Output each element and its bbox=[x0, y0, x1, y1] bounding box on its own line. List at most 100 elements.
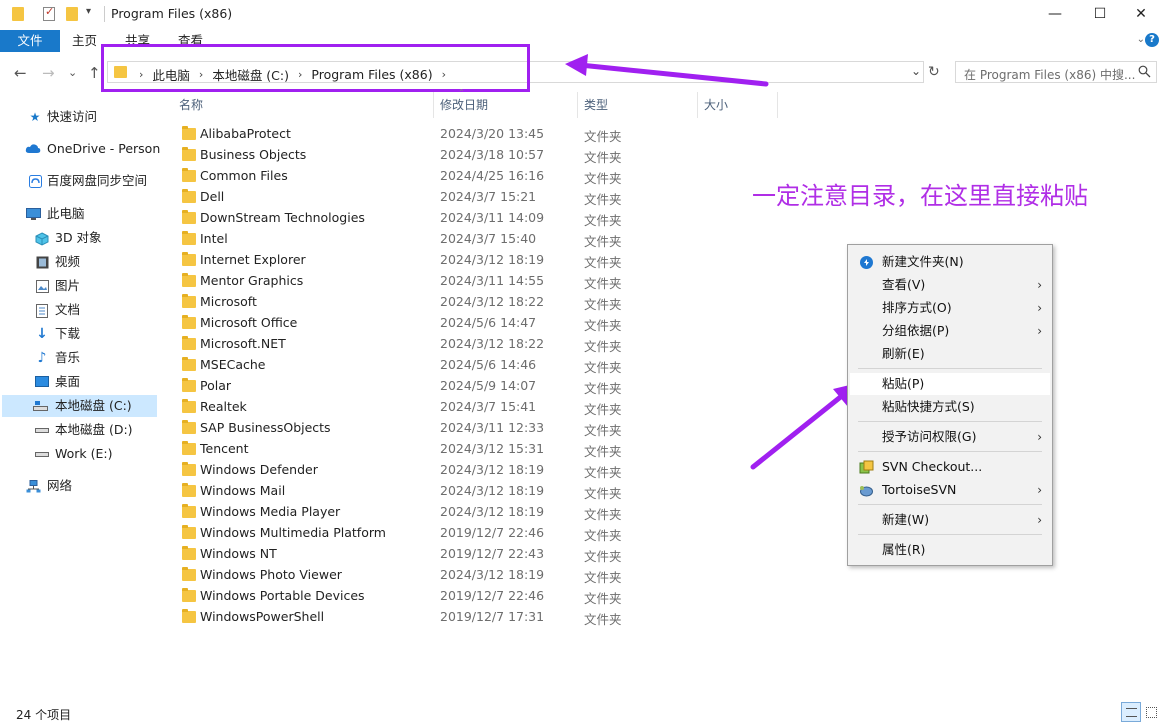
sidebar-item-onedrive[interactable]: OneDrive - Persona bbox=[0, 138, 160, 160]
file-row[interactable]: Tencent 2024/3/12 15:31 文件夹 bbox=[160, 439, 660, 460]
column-header-type[interactable]: 类型 bbox=[584, 96, 608, 113]
sidebar-item-label: 下载 bbox=[55, 326, 81, 341]
folder-icon bbox=[182, 567, 196, 581]
menu-item-new-folder[interactable]: 新建文件夹(N) bbox=[850, 251, 1050, 273]
file-row[interactable]: Windows Mail 2024/3/12 18:19 文件夹 bbox=[160, 481, 660, 502]
forward-button[interactable]: → bbox=[42, 64, 55, 82]
menu-separator bbox=[858, 534, 1042, 535]
file-type: 文件夹 bbox=[584, 276, 622, 291]
file-row[interactable]: Business Objects 2024/3/18 10:57 文件夹 bbox=[160, 145, 660, 166]
recent-locations-icon[interactable]: ⌄ bbox=[68, 66, 77, 79]
sidebar-item-quick-access[interactable]: ★ 快速访问 bbox=[0, 106, 160, 128]
file-row[interactable]: Polar 2024/5/9 14:07 文件夹 bbox=[160, 376, 660, 397]
sidebar-item-drive-e[interactable]: Work (E:) bbox=[0, 443, 160, 465]
column-header-name[interactable]: 名称 bbox=[179, 96, 203, 113]
back-button[interactable]: ← bbox=[14, 64, 27, 82]
ribbon-expand-icon[interactable]: ⌄ bbox=[1137, 34, 1145, 45]
file-name: Mentor Graphics bbox=[200, 273, 304, 288]
new-folder-icon[interactable] bbox=[66, 7, 78, 21]
sidebar-item-this-pc[interactable]: 此电脑 bbox=[0, 203, 160, 225]
sidebar-item-baidu-netdisk[interactable]: 百度网盘同步空间 bbox=[0, 170, 160, 192]
sidebar-item-documents[interactable]: 文档 bbox=[0, 299, 160, 321]
menu-item-refresh[interactable]: 刷新(E) bbox=[850, 343, 1050, 365]
file-row[interactable]: Windows Defender 2024/3/12 18:19 文件夹 bbox=[160, 460, 660, 481]
file-row[interactable]: Windows Multimedia Platform 2019/12/7 22:… bbox=[160, 523, 660, 544]
sidebar-item-downloads[interactable]: ↓ 下载 bbox=[0, 323, 160, 345]
menu-item-paste-shortcut[interactable]: 粘贴快捷方式(S) bbox=[850, 396, 1050, 418]
tab-file[interactable]: 文件 bbox=[0, 30, 60, 52]
menu-separator bbox=[858, 451, 1042, 452]
file-type: 文件夹 bbox=[584, 465, 622, 480]
sidebar-item-music[interactable]: ♪ 音乐 bbox=[0, 347, 160, 369]
file-row[interactable]: Dell 2024/3/7 15:21 文件夹 bbox=[160, 187, 660, 208]
menu-item-give-access[interactable]: 授予访问权限(G) › bbox=[850, 426, 1050, 448]
help-icon[interactable]: ? bbox=[1145, 33, 1159, 47]
computer-icon bbox=[26, 208, 41, 221]
column-divider[interactable] bbox=[433, 92, 434, 118]
file-modified: 2024/3/7 15:21 bbox=[440, 189, 537, 204]
properties-icon[interactable] bbox=[43, 5, 55, 21]
network-icon bbox=[26, 480, 41, 493]
file-row[interactable]: Microsoft.NET 2024/3/12 18:22 文件夹 bbox=[160, 334, 660, 355]
sidebar-item-videos[interactable]: 视频 bbox=[0, 251, 160, 273]
menu-item-view[interactable]: 查看(V) › bbox=[850, 274, 1050, 296]
menu-item-tortoise-svn[interactable]: TortoiseSVN › bbox=[850, 479, 1050, 501]
sidebar-item-drive-d[interactable]: 本地磁盘 (D:) bbox=[0, 419, 160, 441]
address-dropdown-icon[interactable]: ⌄ bbox=[911, 64, 921, 78]
file-name: Intel bbox=[200, 231, 228, 246]
large-icons-view-button[interactable] bbox=[1141, 702, 1161, 722]
file-row[interactable]: Common Files 2024/4/25 16:16 文件夹 bbox=[160, 166, 660, 187]
file-row[interactable]: Internet Explorer 2024/3/12 18:19 文件夹 bbox=[160, 250, 660, 271]
file-row[interactable]: MSECache 2024/5/6 14:46 文件夹 bbox=[160, 355, 660, 376]
menu-item-svn-checkout[interactable]: SVN Checkout... bbox=[850, 456, 1050, 478]
sidebar-item-drive-c[interactable]: 本地磁盘 (C:) bbox=[2, 395, 157, 417]
file-row[interactable]: Mentor Graphics 2024/3/11 14:55 文件夹 bbox=[160, 271, 660, 292]
file-row[interactable]: Intel 2024/3/7 15:40 文件夹 bbox=[160, 229, 660, 250]
menu-item-new[interactable]: 新建(W) › bbox=[850, 509, 1050, 531]
menu-item-paste[interactable]: 粘贴(P) bbox=[850, 373, 1050, 395]
file-row[interactable]: Microsoft 2024/3/12 18:22 文件夹 bbox=[160, 292, 660, 313]
minimize-button[interactable]: — bbox=[1032, 0, 1078, 28]
menu-item-sort-by[interactable]: 排序方式(O) › bbox=[850, 297, 1050, 319]
chevron-right-icon: › bbox=[1037, 483, 1042, 497]
file-row[interactable]: Windows Media Player 2024/3/12 18:19 文件夹 bbox=[160, 502, 660, 523]
refresh-button[interactable]: ↻ bbox=[928, 64, 940, 80]
sidebar-item-pictures[interactable]: 图片 bbox=[0, 275, 160, 297]
search-input[interactable]: 在 Program Files (x86) 中搜... bbox=[955, 61, 1157, 83]
file-row[interactable]: AlibabaProtect 2024/3/20 13:45 文件夹 bbox=[160, 124, 660, 145]
file-row[interactable]: Realtek 2024/3/7 15:41 文件夹 bbox=[160, 397, 660, 418]
file-row[interactable]: Windows NT 2019/12/7 22:43 文件夹 bbox=[160, 544, 660, 565]
column-divider[interactable] bbox=[577, 92, 578, 118]
details-view-button[interactable] bbox=[1121, 702, 1141, 722]
menu-item-properties[interactable]: 属性(R) bbox=[850, 539, 1050, 561]
column-header-size[interactable]: 大小 bbox=[704, 96, 728, 113]
file-modified: 2024/3/18 10:57 bbox=[440, 147, 545, 162]
file-row[interactable]: DownStream Technologies 2024/3/11 14:09 文件… bbox=[160, 208, 660, 229]
file-type: 文件夹 bbox=[584, 402, 622, 417]
menu-item-label: 新建文件夹(N) bbox=[882, 254, 964, 269]
maximize-button[interactable]: ☐ bbox=[1077, 0, 1123, 28]
sidebar-item-3d-objects[interactable]: 3D 对象 bbox=[0, 227, 160, 249]
sidebar-item-network[interactable]: 网络 bbox=[0, 475, 160, 497]
folder-icon bbox=[182, 483, 196, 497]
column-header-modified[interactable]: 修改日期 bbox=[440, 96, 488, 113]
menu-item-group-by[interactable]: 分组依据(P) › bbox=[850, 320, 1050, 342]
quick-access-dropdown-icon[interactable]: ▾ bbox=[86, 6, 91, 17]
sidebar-item-desktop[interactable]: 桌面 bbox=[0, 371, 160, 393]
file-name: Windows Portable Devices bbox=[200, 588, 365, 603]
tab-home[interactable]: 主页 bbox=[72, 30, 97, 52]
file-type: 文件夹 bbox=[584, 444, 622, 459]
download-icon: ↓ bbox=[36, 326, 48, 342]
up-button[interactable]: ↑ bbox=[88, 64, 101, 82]
item-count: 24 个项目 bbox=[16, 708, 72, 722]
column-divider[interactable] bbox=[697, 92, 698, 118]
file-row[interactable]: Microsoft Office 2024/5/6 14:47 文件夹 bbox=[160, 313, 660, 334]
file-row[interactable]: SAP BusinessObjects 2024/3/11 12:33 文件夹 bbox=[160, 418, 660, 439]
close-button[interactable]: ✕ bbox=[1118, 0, 1161, 28]
search-icon[interactable] bbox=[1138, 65, 1151, 78]
file-row[interactable]: Windows Photo Viewer 2024/3/12 18:19 文件夹 bbox=[160, 565, 660, 586]
file-row[interactable]: WindowsPowerShell 2019/12/7 17:31 文件夹 bbox=[160, 607, 660, 628]
column-divider[interactable] bbox=[777, 92, 778, 118]
file-name: Microsoft.NET bbox=[200, 336, 286, 351]
file-row[interactable]: Windows Portable Devices 2019/12/7 22:46 文… bbox=[160, 586, 660, 607]
